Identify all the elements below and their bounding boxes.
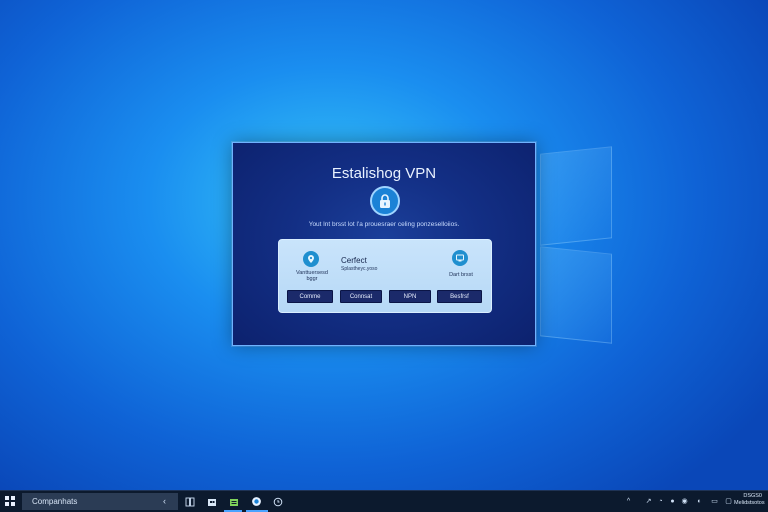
windows-start-icon[interactable] [5,496,16,507]
dialog-title: Estalishog VPN [331,165,437,182]
network-icon[interactable]: ↗ [644,497,653,506]
shield-icon[interactable]: ◉ [680,497,689,506]
browser-icon[interactable] [250,495,263,508]
file-explorer-icon[interactable] [227,495,240,508]
battery-icon[interactable]: ▭ [710,497,719,506]
settings-button[interactable]: Besfrsf [437,290,482,303]
task-view-icon[interactable] [183,495,196,508]
windows-logo-pane [540,246,612,344]
taskbar: Companhats ‹ ^ ↗ ◔ ● ◉ ◐ ▭ ▢ DSGS0 Melid… [0,490,768,512]
clock-app-icon[interactable] [271,495,284,508]
vpn-dialog: Estalishog VPN Yout lnt brsst lot l'a pr… [232,142,536,346]
clock-date: Melidstsotos [734,500,765,506]
chevron-up-icon[interactable]: ^ [624,497,633,506]
search-text: Companhats [32,497,78,506]
desktop: Estalishog VPN Yout lnt brsst lot l'a pr… [0,0,768,512]
store-icon[interactable] [205,495,218,508]
sync-icon[interactable]: ◔ [656,497,665,506]
connection-panel: Vanttuersesd bggr Cerfect Splastheyc.yos… [278,239,492,313]
connect-button[interactable]: Connsat [340,290,382,303]
volume-icon[interactable]: ◐ [695,497,704,506]
lock-icon [370,186,400,216]
chevron-left-icon[interactable]: ‹ [163,496,166,506]
device-label: Dart brsst [449,272,473,278]
server-location-label: Vanttuersesd bggr [295,270,328,282]
windows-logo-pane [540,146,612,246]
location-pin-icon [303,251,319,267]
clock-time: DSGS0 [743,493,762,499]
connect-status-subtitle: Splastheyc.yoso [341,266,378,272]
dialog-subtitle: Yout lnt brsst lot l'a prouesraer celing… [308,221,460,228]
connect-status-title: Cerfect [341,256,367,265]
status-icon[interactable]: ● [668,497,677,506]
system-clock[interactable]: DSGS0 Melidstsotos [734,493,765,507]
vpn-button[interactable]: NPN [389,290,431,303]
cancel-button[interactable]: Comme [287,290,333,303]
notification-icon[interactable]: ▢ [724,497,733,506]
computer-icon [452,250,468,266]
search-box[interactable]: Companhats ‹ [22,493,178,510]
